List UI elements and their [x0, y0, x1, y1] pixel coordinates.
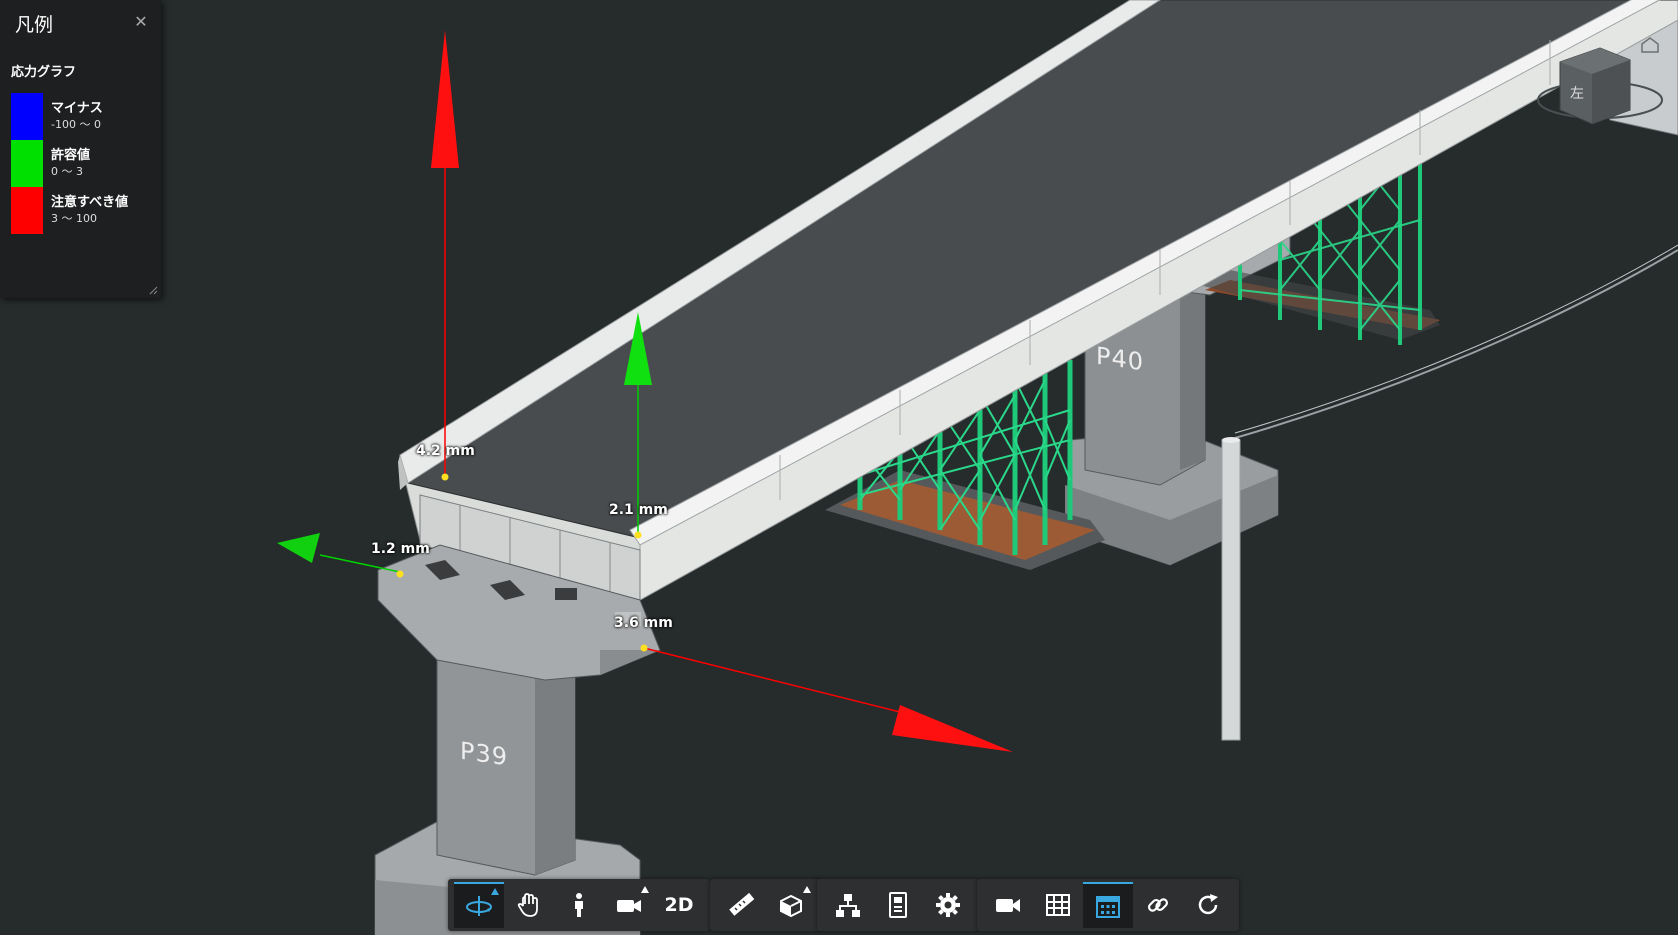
- pan-icon: [517, 893, 538, 917]
- measurement-label: 4.2 mm: [416, 443, 475, 459]
- walk-button[interactable]: [554, 882, 604, 928]
- legend-swatch: [11, 140, 43, 187]
- legend-item-range: -100 ～ 0: [51, 118, 101, 131]
- view-cube[interactable]: 左: [1530, 30, 1678, 140]
- 2d-button[interactable]: 2D: [654, 882, 704, 928]
- refresh-icon: [1198, 894, 1218, 915]
- table-icon: [1046, 894, 1070, 916]
- legend-panel: 凡例 ✕ 応力グラフ マイナス -100 ～ 0 許容値 0 ～ 3 注意すべき…: [0, 0, 161, 298]
- 2d-label: 2D: [664, 894, 694, 916]
- measure-icon: [729, 892, 755, 916]
- legend-item-label: 注意すべき値: [51, 195, 129, 210]
- toolbar-extensions: [977, 879, 1239, 931]
- measurement-label: 3.6 mm: [614, 615, 673, 631]
- walk-icon: [575, 893, 583, 917]
- viewcube-face-label: 左: [1570, 86, 1584, 102]
- close-icon[interactable]: ✕: [131, 12, 151, 32]
- pier-p39: [374, 544, 661, 935]
- home-icon: [1641, 37, 1659, 53]
- measure-button[interactable]: [716, 882, 766, 928]
- toolbar-tools: [710, 879, 822, 931]
- resize-grip-icon[interactable]: [148, 285, 158, 295]
- legend-item-negative: マイナス -100 ～ 0: [11, 93, 151, 140]
- camera-button[interactable]: [604, 882, 654, 928]
- video-button[interactable]: [983, 882, 1033, 928]
- properties-icon: [889, 892, 907, 918]
- section-button[interactable]: [766, 882, 816, 928]
- settings-button[interactable]: [923, 882, 973, 928]
- settings-icon: [936, 893, 960, 917]
- section-icon: [780, 894, 802, 918]
- legend-swatch: [11, 187, 43, 234]
- legend-swatch: [11, 93, 43, 140]
- orbit-icon: [466, 896, 492, 916]
- legend-subtitle: 応力グラフ: [11, 65, 77, 80]
- legend-title: 凡例: [15, 14, 54, 36]
- legend-item-caution: 注意すべき値 3 ～ 100: [11, 187, 151, 234]
- legend-item-label: 許容値: [51, 148, 91, 163]
- legend-item-allowable: 許容値 0 ～ 3: [11, 140, 151, 187]
- orbit-button[interactable]: [454, 882, 504, 928]
- properties-button[interactable]: [873, 882, 923, 928]
- camera-icon: [617, 900, 641, 912]
- pan-button[interactable]: [504, 882, 554, 928]
- measurement-label: 2.1 mm: [609, 502, 668, 518]
- model-tree-icon: [836, 894, 860, 917]
- calendar-icon: [1096, 896, 1120, 918]
- table-button[interactable]: [1033, 882, 1083, 928]
- link-button[interactable]: [1133, 882, 1183, 928]
- measurement-label: 1.2 mm: [371, 541, 430, 557]
- refresh-button[interactable]: [1183, 882, 1233, 928]
- calendar-button[interactable]: [1083, 882, 1133, 928]
- link-icon: [1147, 898, 1169, 912]
- video-icon: [996, 899, 1020, 912]
- toolbar-model: [817, 879, 979, 931]
- model-tree-button[interactable]: [823, 882, 873, 928]
- legend-item-range: 3 ～ 100: [51, 212, 97, 225]
- legend-item-range: 0 ～ 3: [51, 165, 83, 178]
- toolbar-navigation: 2D: [448, 879, 710, 931]
- legend-item-label: マイナス: [51, 101, 103, 116]
- 3d-viewport[interactable]: 4.2 mm 2.1 mm 1.2 mm 3.6 mm P39 P40: [0, 0, 1678, 935]
